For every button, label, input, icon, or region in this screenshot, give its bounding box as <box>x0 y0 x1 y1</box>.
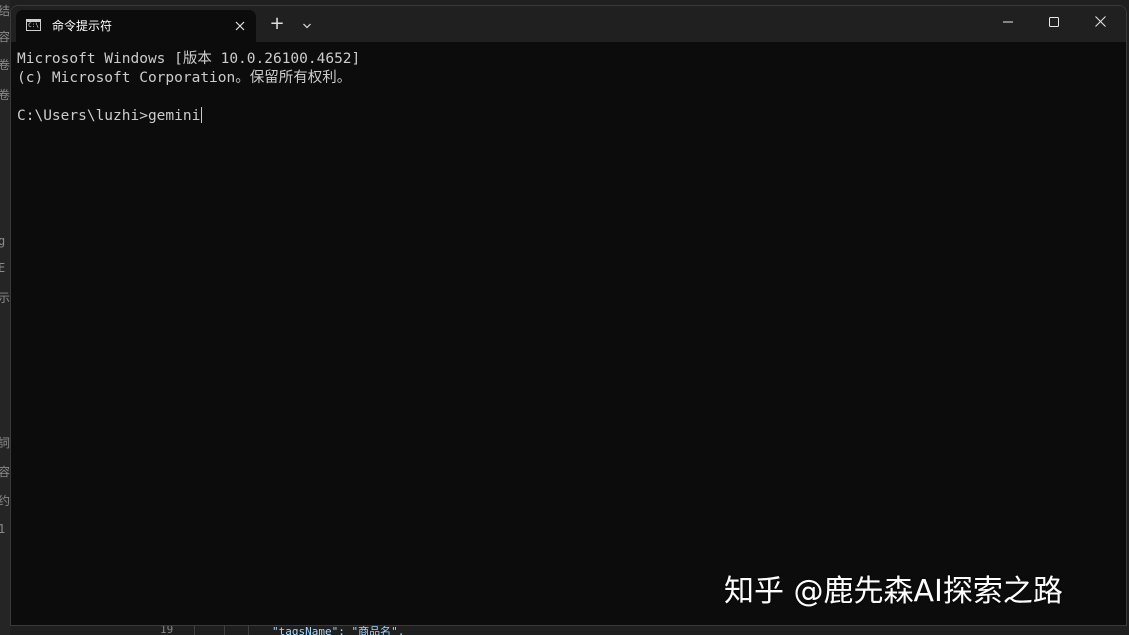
minimize-icon <box>1003 21 1013 23</box>
bg-fragment: 容 <box>0 465 10 479</box>
terminal-output[interactable]: Microsoft Windows [版本 10.0.26100.4652] (… <box>11 42 1126 625</box>
bg-fragment: 詞 <box>0 436 10 450</box>
tab-command-prompt[interactable]: C:\ 命令提示符 <box>16 10 256 42</box>
background-editor-left-edge: 结 容 卷 卷 g E 示 詞 容 约 1 <box>0 0 10 635</box>
bg-fragment: 约 <box>0 494 10 508</box>
bg-fragment: 容 <box>0 30 10 44</box>
plus-icon: + <box>269 13 285 34</box>
terminal-line: (c) Microsoft Corporation。保留所有权利。 <box>17 70 352 86</box>
bg-fragment: 1 <box>0 522 6 536</box>
terminal-window: C:\ 命令提示符 + Microsoft Windows [版本 10.0.2… <box>10 5 1127 626</box>
tab-dropdown-button[interactable] <box>297 13 317 37</box>
watermark: 知乎 @鹿先森AI探索之路 <box>724 574 1063 609</box>
bg-indent-guide <box>194 626 195 635</box>
tab-close-button[interactable] <box>230 16 250 36</box>
prompt: C:\Users\luzhi> <box>17 108 148 124</box>
chevron-down-icon <box>303 23 311 29</box>
bg-fragment: E <box>0 261 6 275</box>
bg-fragment: g <box>0 234 6 248</box>
close-window-button[interactable] <box>1077 6 1123 38</box>
terminal-line: Microsoft Windows [版本 10.0.26100.4652] <box>17 51 361 67</box>
cmd-icon-glyph: C:\ <box>28 22 39 29</box>
bg-code-line: "tagsName": "商品名", <box>272 626 405 635</box>
bg-line-number: 19 <box>160 626 174 635</box>
bg-fragment: 示 <box>0 291 10 305</box>
command-line[interactable]: C:\Users\luzhi>gemini <box>17 107 203 126</box>
maximize-icon <box>1049 17 1059 27</box>
maximize-button[interactable] <box>1031 6 1077 38</box>
title-bar[interactable]: C:\ 命令提示符 + <box>11 6 1126 42</box>
close-icon <box>1094 16 1106 27</box>
new-tab-button[interactable]: + <box>265 13 289 37</box>
bg-fragment: 卷 <box>0 58 10 72</box>
bg-indent-guide <box>224 626 225 635</box>
close-icon <box>235 21 245 31</box>
tab-title: 命令提示符 <box>52 19 113 33</box>
bg-indent-guide <box>248 626 249 635</box>
bg-fragment: 卷 <box>0 88 10 102</box>
command-input[interactable]: gemini <box>148 108 200 124</box>
bg-fragment: 结 <box>0 4 10 18</box>
cmd-icon: C:\ <box>26 19 41 31</box>
background-editor-bottom-edge: 19 "tagsName": "商品名", <box>10 626 1129 635</box>
minimize-button[interactable] <box>985 6 1031 38</box>
text-cursor <box>201 107 203 123</box>
